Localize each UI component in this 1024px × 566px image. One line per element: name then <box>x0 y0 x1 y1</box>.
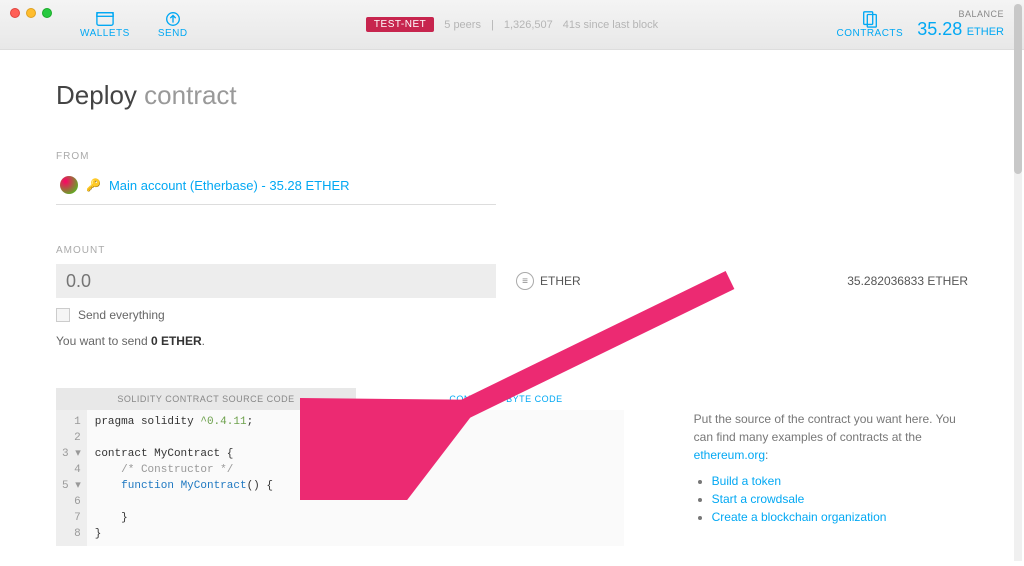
key-icon: 🔑 <box>86 178 101 192</box>
window-scrollbar[interactable] <box>1014 4 1022 561</box>
minimize-window-icon[interactable] <box>26 8 36 18</box>
code-tabs: SOLIDITY CONTRACT SOURCE CODE CONTRACT B… <box>56 388 968 410</box>
available-balance: 35.282036833 ETHER <box>847 274 968 288</box>
status-bar: TEST-NET 5 peers | 1,326,507 41s since l… <box>188 17 837 32</box>
send-summary: You want to send 0 ETHER. <box>56 334 968 348</box>
send-everything-checkbox[interactable] <box>56 308 70 322</box>
unit-label: ETHER <box>540 274 581 288</box>
testnet-badge: TEST-NET <box>366 17 434 32</box>
help-link-token[interactable]: Build a token <box>712 474 781 488</box>
nav-send[interactable]: SEND <box>158 10 188 39</box>
tab-byte-code[interactable]: CONTRACT BYTE CODE <box>356 388 656 410</box>
peers-count: 5 peers <box>444 19 481 31</box>
page-title: Deploy contract <box>56 80 968 111</box>
line-gutter: 123 ▾45 ▾678 <box>56 410 87 546</box>
nav-send-label: SEND <box>158 28 188 39</box>
topbar: WALLETS SEND TEST-NET 5 peers | 1,326,50… <box>0 0 1024 50</box>
unit-select[interactable]: ≡ ETHER <box>516 272 581 290</box>
help-panel: Put the source of the contract you want … <box>694 410 968 546</box>
send-icon <box>162 10 184 28</box>
balance-label: BALANCE <box>917 9 1004 19</box>
nav-contracts[interactable]: CONTRACTS <box>836 10 903 39</box>
from-account-text: Main account (Etherbase) - 35.28 ETHER <box>109 178 350 193</box>
maximize-window-icon[interactable] <box>42 8 52 18</box>
code-content: pragma solidity ^0.4.11; contract MyCont… <box>87 410 281 546</box>
from-account-select[interactable]: 🔑 Main account (Etherbase) - 35.28 ETHER <box>56 170 496 205</box>
window-controls <box>10 8 52 18</box>
balance-value: 35.28 <box>917 19 962 39</box>
contracts-icon <box>859 10 881 28</box>
code-area: 123 ▾45 ▾678 pragma solidity ^0.4.11; co… <box>56 410 968 546</box>
nav-wallets[interactable]: WALLETS <box>80 10 130 39</box>
balance-block: BALANCE 35.28 ETHER <box>917 9 1004 40</box>
from-label: FROM <box>56 151 968 162</box>
amount-input[interactable] <box>56 264 496 298</box>
account-avatar-icon <box>60 176 78 194</box>
scrollbar-thumb[interactable] <box>1014 4 1022 174</box>
unit-select-icon: ≡ <box>516 272 534 290</box>
balance-unit: ETHER <box>967 26 1004 38</box>
close-window-icon[interactable] <box>10 8 20 18</box>
send-everything-label: Send everything <box>78 308 165 322</box>
nav-contracts-label: CONTRACTS <box>836 28 903 39</box>
tab-source-code[interactable]: SOLIDITY CONTRACT SOURCE CODE <box>56 388 356 410</box>
code-editor[interactable]: 123 ▾45 ▾678 pragma solidity ^0.4.11; co… <box>56 410 624 546</box>
nav-wallets-label: WALLETS <box>80 28 130 39</box>
ethereum-link[interactable]: ethereum.org <box>694 448 765 462</box>
page-body: Deploy contract FROM 🔑 Main account (Eth… <box>0 50 1024 566</box>
block-number: 1,326,507 <box>504 19 553 31</box>
page-title-bold: Deploy <box>56 80 137 110</box>
nav-left: WALLETS SEND <box>80 10 188 39</box>
send-everything-row: Send everything <box>56 308 968 322</box>
help-link-org[interactable]: Create a blockchain organization <box>712 510 887 524</box>
wallet-icon <box>94 10 116 28</box>
help-link-crowdsale[interactable]: Start a crowdsale <box>712 492 805 506</box>
amount-row: ≡ ETHER 35.282036833 ETHER <box>56 264 968 298</box>
last-block-time: 41s since last block <box>563 19 658 31</box>
page-title-thin: contract <box>144 80 237 110</box>
amount-label: AMOUNT <box>56 245 968 256</box>
